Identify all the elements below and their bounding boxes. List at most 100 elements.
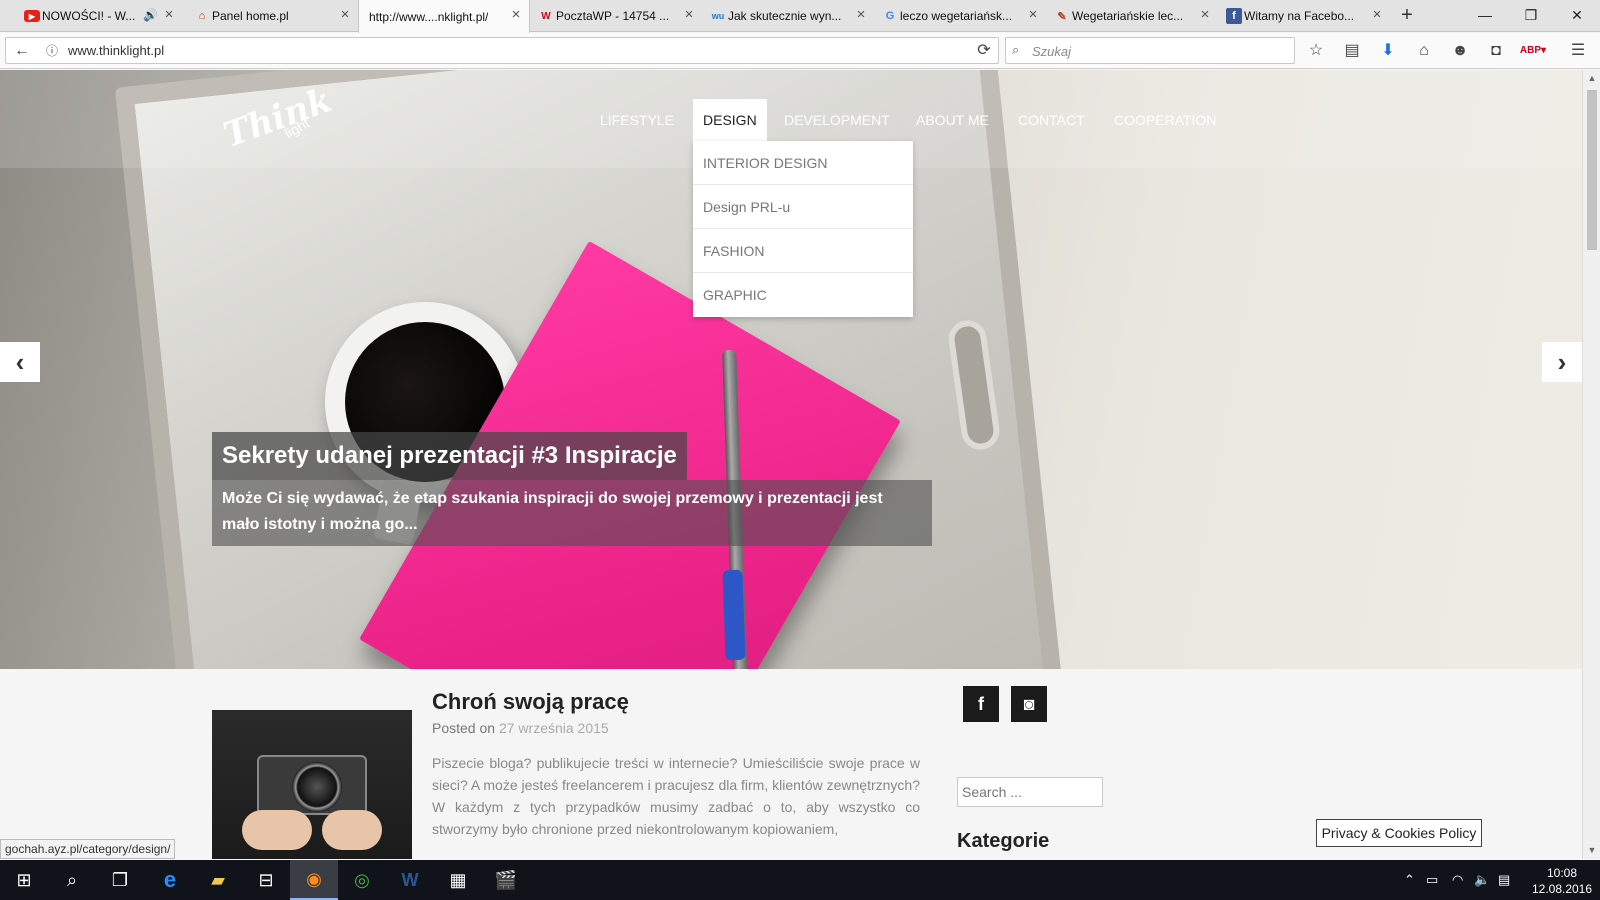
search-input[interactable]: ⌕ Szukaj [1005,37,1295,64]
reading-list-icon[interactable]: ▤ [1340,39,1364,63]
status-bar-url: gochah.ayz.pl/category/design/ [0,839,176,859]
nav-development[interactable]: DEVELOPMENT [774,99,900,141]
facebook-icon[interactable]: f [963,686,999,722]
adblock-icon[interactable]: ABP▾ [1518,39,1548,63]
page-scrollbar[interactable]: ▲ ▼ [1582,70,1600,859]
slide-title[interactable]: Sekrety udanej prezentacji #3 Inspiracje [212,432,687,480]
close-tab-icon[interactable]: × [509,7,523,22]
close-tab-icon[interactable]: × [1370,7,1384,22]
close-tab-icon[interactable]: × [162,7,176,22]
back-arrow-icon[interactable]: ← [10,39,34,63]
post-meta-prefix: Posted on [432,720,496,736]
post-thumbnail[interactable] [212,710,412,859]
volume-icon[interactable]: 🔈 [1474,872,1490,888]
url-text[interactable]: www.thinklight.pl [68,43,164,58]
slider-prev-button[interactable]: ‹ [0,342,40,382]
dropdown-item-graphic[interactable]: GRAPHIC [693,273,913,317]
firefox-icon[interactable]: ◉ [290,860,338,900]
close-tab-icon[interactable]: × [854,7,868,22]
scroll-down-icon[interactable]: ▼ [1586,844,1598,856]
home-icon[interactable]: ⌂ [1412,39,1436,63]
logo-main-text: Think [218,80,337,156]
close-window-button[interactable]: ✕ [1554,0,1600,30]
task-view-icon[interactable]: ❐ [96,860,144,900]
reload-icon[interactable]: ⟳ [972,39,996,63]
chevron-up-icon[interactable]: ⌃ [1404,872,1415,888]
windows-taskbar: ⊞ ⌕ ❐ e ▰ ⊟ ◉ ◎ W ▦ 🎬 ⌃ ▭ ◠ 🔈 ▤ 10:08 12… [0,860,1600,900]
slider-next-button[interactable]: › [1542,342,1582,382]
instagram-icon[interactable]: ◙ [1011,686,1047,722]
browser-tab[interactable]: ▶ NOWOŚCI! - W... 🔊 × [20,0,182,32]
close-tab-icon[interactable]: × [1198,7,1212,22]
tab-label: Panel home.pl [212,9,289,23]
file-explorer-icon[interactable]: ▰ [194,860,242,900]
nav-about-me[interactable]: ABOUT ME [906,99,999,141]
restore-button[interactable]: ❐ [1508,0,1554,30]
home-pl-icon: ⌂ [198,10,206,22]
privacy-cookies-button[interactable]: Privacy & Cookies Policy [1316,819,1482,847]
windows-start-icon[interactable]: ⊞ [0,860,48,900]
dropdown-item-fashion[interactable]: FASHION [693,229,913,273]
pen-grip-image [722,569,746,661]
search-icon[interactable]: ⌕ [48,860,96,900]
bookmark-star-icon[interactable]: ☆ [1304,39,1328,63]
hand-image [322,810,382,850]
address-bar[interactable]: ← ⓘ www.thinklight.pl ⟳ [5,37,999,64]
tab-label: Witamy na Facebo... [1244,9,1355,23]
tab-label: http://www....nklight.pl/ [369,9,489,24]
calculator-icon[interactable]: ▦ [434,860,482,900]
notification-icon[interactable]: ▤ [1498,872,1510,888]
pocket-icon[interactable]: ◘ [1484,39,1508,63]
browser-tab[interactable]: W PocztaWP - 14754 ... × [534,0,702,32]
post-date[interactable]: 27 września 2015 [499,720,609,736]
word-icon[interactable]: W [386,860,434,900]
tab-label: Jak skutecznie wyn... [728,9,842,23]
dropdown-item-interior-design[interactable]: INTERIOR DESIGN [693,141,913,185]
nav-contact[interactable]: CONTACT [1008,99,1095,141]
close-tab-icon[interactable]: × [338,7,352,22]
video-editor-icon[interactable]: 🎬 [482,860,530,900]
browser-tab[interactable]: ⌂ Panel home.pl × [190,0,358,32]
browser-tab[interactable]: ✎ Wegetariańskie lec... × [1050,0,1218,32]
tab-label: leczo wegetariańsk... [900,9,1013,23]
chrome-icon[interactable]: ◎ [338,860,386,900]
browser-tab[interactable]: wu Jak skutecznie wyn... × [706,0,874,32]
info-icon[interactable]: ⓘ [40,39,64,63]
facebook-icon: f [1226,8,1242,24]
chat-icon[interactable]: ☻ [1448,39,1472,63]
youtube-icon: ▶ [24,10,40,22]
battery-icon[interactable]: ▭ [1426,872,1438,888]
sidebar-search-input[interactable] [957,777,1103,807]
scroll-up-icon[interactable]: ▲ [1586,72,1598,84]
close-tab-icon[interactable]: × [1026,7,1040,22]
edge-icon[interactable]: e [146,860,194,900]
browser-tab[interactable]: G leczo wegetariańsk... × [878,0,1046,32]
design-dropdown-menu: INTERIOR DESIGN Design PRL-u FASHION GRA… [693,141,913,317]
google-icon: G [885,10,895,22]
minimize-button[interactable]: — [1462,0,1508,30]
speaker-icon[interactable]: 🔊 [143,8,158,22]
close-tab-icon[interactable]: × [682,7,696,22]
download-icon[interactable]: ⬇ [1376,39,1400,63]
wp-icon: W [541,10,551,22]
post-meta: Posted on 27 września 2015 [432,720,609,736]
site-logo[interactable]: Think light [219,80,337,160]
search-placeholder: Szukaj [1032,44,1072,59]
new-tab-button[interactable]: + [1396,5,1418,27]
menu-icon[interactable]: ☰ [1566,39,1590,63]
nav-cooperation[interactable]: COOPERATION [1104,99,1226,141]
store-icon[interactable]: ⊟ [242,860,290,900]
wifi-icon[interactable]: ◠ [1452,872,1463,888]
clock-date[interactable]: 12.08.2016 [1530,882,1594,896]
scroll-thumb[interactable] [1587,90,1597,250]
browser-tab-active[interactable]: http://www....nklight.pl/ × [358,0,530,33]
wu-icon: wu [711,11,725,21]
browser-tab[interactable]: f Witamy na Facebo... × [1222,0,1390,32]
nav-lifestyle[interactable]: LIFESTYLE [590,99,684,141]
dropdown-item-design-prl[interactable]: Design PRL-u [693,185,913,229]
camera-lens-image [292,762,342,812]
clock-time[interactable]: 10:08 [1542,866,1582,880]
browser-toolbar: ← ⓘ www.thinklight.pl ⟳ ⌕ Szukaj ☆ ▤ ⬇ ⌂… [0,33,1600,69]
post-title[interactable]: Chroń swoją pracę [432,689,629,715]
nav-design[interactable]: DESIGN [693,99,767,141]
